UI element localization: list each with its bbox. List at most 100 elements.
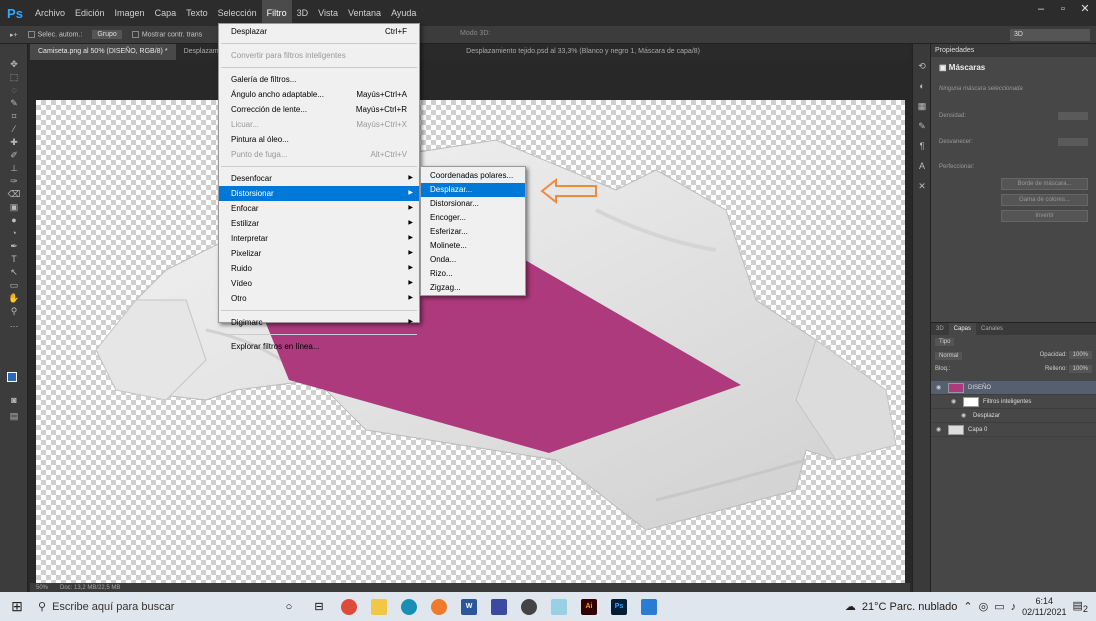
foreground-color[interactable] [7,372,17,382]
menu-imagen[interactable]: Imagen [110,0,150,26]
network-icon[interactable]: ◎ [979,600,989,613]
zoom-tool-icon[interactable]: ⚲ [0,305,28,318]
brush-tool-icon[interactable]: ✐ [0,149,28,162]
opacity-field[interactable]: 100% [1068,351,1092,359]
chrome-icon[interactable] [334,592,364,621]
battery-icon[interactable]: ▭ [994,600,1004,613]
color-swatches[interactable] [7,372,21,386]
filter-menu-item[interactable]: Corrección de lente... Mayús+Ctrl+R [219,102,419,117]
healing-tool-icon[interactable]: ✚ [0,136,28,149]
fill-field[interactable]: 100% [1068,365,1092,373]
filter-menu-item[interactable]: Desplazar Ctrl+F [219,24,419,39]
menu-archivo[interactable]: Archivo [30,0,70,26]
filter-menu-item[interactable]: Interpretar ▶ [219,231,419,246]
distort-submenu-item[interactable]: Coordenadas polares... [421,169,525,183]
distort-submenu-item[interactable]: Esferizar... [421,225,525,239]
close-button[interactable]: ✕ [1074,0,1096,18]
filter-menu-item[interactable]: Enfocar ▶ [219,201,419,216]
visibility-eye-icon[interactable]: ◉ [961,412,969,419]
word-icon[interactable]: W [454,592,484,621]
taskbar-search[interactable]: ⚲ Escribe aquí para buscar [34,592,274,621]
color-range-button[interactable]: Gama de colores... [1001,194,1088,206]
filter-menu-item[interactable]: Desenfocar ▶ [219,171,419,186]
gradient-tool-icon[interactable]: ▣ [0,201,28,214]
invert-button[interactable]: Invertir [1001,210,1088,222]
edge-icon[interactable] [394,592,424,621]
tab-layers[interactable]: Capas [948,323,977,335]
feather-field[interactable] [1058,138,1088,146]
screen-mode-icon[interactable]: ▤ [0,410,28,423]
chevron-up-icon[interactable]: ⌃ [963,600,972,613]
app-icon[interactable] [544,592,574,621]
mask-edge-button[interactable]: Borde de máscara... [1001,178,1088,190]
move-tool-icon[interactable]: ✥ [0,58,28,71]
app-icon[interactable] [514,592,544,621]
distort-submenu-item[interactable]: Rizo... [421,267,525,281]
tab-camiseta[interactable]: Camiseta.png al 50% (DISEÑO, RGB/8) * [30,44,176,60]
filter-menu-item[interactable]: Ángulo ancho adaptable... Mayús+Ctrl+A [219,87,419,102]
visibility-eye-icon[interactable]: ◉ [936,426,944,433]
more-tools-icon[interactable]: … [0,318,28,331]
lasso-tool-icon[interactable]: ◌ [0,84,28,97]
menu-edicion[interactable]: Edición [70,0,110,26]
firefox-icon[interactable] [424,592,454,621]
tab-channels[interactable]: Canales [976,323,1008,335]
layer-row-capa0[interactable]: ◉ Capa 0 [931,423,1096,437]
filter-menu-item[interactable]: Ruido ▶ [219,261,419,276]
distort-submenu-item[interactable]: Zigzag... [421,281,525,295]
workspace-select[interactable]: 3D [1010,29,1090,41]
grid-icon[interactable]: ▦ [913,96,931,116]
brush-settings-icon[interactable]: ✎ [913,116,931,136]
marquee-tool-icon[interactable]: ⬚ [0,71,28,84]
type-tool-icon[interactable]: T [0,253,28,266]
auto-select-checkbox[interactable]: Selec. autom.: [27,30,82,38]
crop-tool-icon[interactable]: ⌗ [0,110,28,123]
weather-text[interactable]: 21°C Parc. nublado [862,601,958,613]
tab-3d[interactable]: 3D [931,323,949,335]
filter-menu-item[interactable]: Otro ▶ [219,291,419,306]
visibility-eye-icon[interactable]: ◉ [936,384,944,391]
group-select[interactable]: Grupo [92,30,122,39]
windows-start-icon[interactable]: ⊞ [0,598,34,615]
distort-submenu-item[interactable]: Onda... [421,253,525,267]
zoom-level[interactable]: 50% [36,585,48,591]
illustrator-icon[interactable]: Ai [574,592,604,621]
filter-menu-item[interactable]: Digimarc ▶ [219,315,419,330]
filter-menu-item[interactable]: Explorar filtros en línea... [219,339,419,354]
shape-tool-icon[interactable]: ▭ [0,279,28,292]
path-select-tool-icon[interactable]: ↖ [0,266,28,279]
dodge-tool-icon[interactable]: ◔ [0,227,28,240]
pen-tool-icon[interactable]: ✒ [0,240,28,253]
distort-submenu-item[interactable]: Molinete... [421,239,525,253]
distort-submenu-item[interactable]: Desplazar... [421,183,525,197]
tab-desplazamiento-tejido[interactable]: Desplazamiento tejido.psd al 33,3% (Blan… [458,44,708,60]
layer-row-diseno[interactable]: ◉ DISEÑO [931,381,1096,395]
history-icon[interactable]: ⟲ [913,56,931,76]
maximize-button[interactable]: ▫ [1052,0,1074,18]
distort-submenu-item[interactable]: Encoger... [421,211,525,225]
hand-tool-icon[interactable]: ✋ [0,292,28,305]
show-transform-checkbox[interactable]: Mostrar contr. trans [131,30,202,38]
minimize-button[interactable]: – [1030,0,1052,18]
menu-texto[interactable]: Texto [181,0,213,26]
filter-menu-item[interactable]: Estilizar ▶ [219,216,419,231]
history-brush-icon[interactable]: ✑ [0,175,28,188]
eraser-tool-icon[interactable]: ⌫ [0,188,28,201]
character-icon[interactable]: A [913,156,931,176]
photos-icon[interactable] [634,592,664,621]
quick-mask-icon[interactable]: ◙ [0,394,28,407]
filter-menu-item[interactable]: Galería de filtros... [219,72,419,87]
filter-menu-item[interactable]: Vídeo ▶ [219,276,419,291]
task-view-icon[interactable]: ○ [274,592,304,621]
menu-capa[interactable]: Capa [150,0,182,26]
stamp-tool-icon[interactable]: ⊥ [0,162,28,175]
visibility-eye-icon[interactable]: ◉ [951,398,959,405]
layer-row-displace[interactable]: ◉ Desplazar [931,409,1096,423]
clock[interactable]: 6:14 02/11/2021 [1022,596,1066,618]
tools-settings-icon[interactable]: ✕ [913,176,931,196]
kind-filter-select[interactable]: Tipo [935,338,955,346]
app-icon[interactable] [484,592,514,621]
eyedropper-tool-icon[interactable]: ⁄ [0,123,28,136]
properties-tab[interactable]: Propiedades [931,44,1096,57]
widgets-icon[interactable]: ⊟ [304,592,334,621]
